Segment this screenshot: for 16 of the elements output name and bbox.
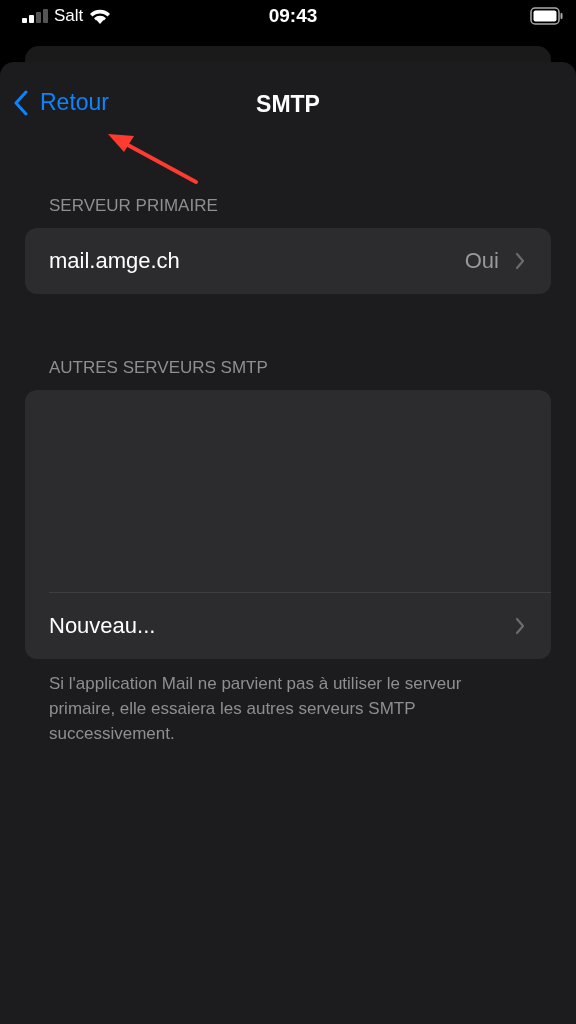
section-footer: Si l'application Mail ne parvient pas à utiliser le serveur primaire, elle essaiera les autres serveurs SMTP successivement. bbox=[25, 659, 551, 746]
clock-time: 09:43 bbox=[268, 5, 318, 27]
signal-icon bbox=[22, 9, 48, 23]
section-header: SERVEUR PRIMAIRE bbox=[48, 196, 219, 217]
carrier-name: Salt bbox=[54, 6, 84, 26]
list-row[interactable]: mail.amge.ch Oui bbox=[25, 228, 551, 294]
section-header: AUTRES SERVEURS SMTP bbox=[48, 358, 269, 379]
wifi-icon bbox=[89, 8, 112, 24]
screen-title: SMTP bbox=[256, 90, 320, 118]
chevron-right-icon bbox=[515, 252, 525, 270]
row-value: Oui bbox=[464, 248, 499, 274]
battery-icon bbox=[530, 7, 564, 25]
chevron-right-icon bbox=[515, 617, 525, 635]
back-button[interactable]: Retour bbox=[14, 89, 110, 116]
chevron-left-icon bbox=[14, 89, 28, 116]
list-row[interactable]: Nouveau... bbox=[49, 592, 551, 659]
